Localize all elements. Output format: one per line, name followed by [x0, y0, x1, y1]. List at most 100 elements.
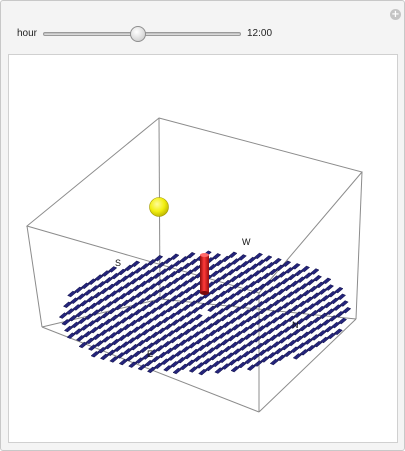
solar-panel	[90, 351, 100, 358]
solar-panel	[174, 308, 185, 315]
solar-panel	[173, 284, 184, 291]
solar-panel	[221, 363, 231, 370]
solar-panel	[256, 259, 266, 266]
solar-panel	[315, 281, 325, 289]
solar-panel	[244, 316, 255, 323]
solar-panel	[206, 347, 216, 354]
solar-panel	[144, 318, 155, 325]
solar-panel	[249, 329, 260, 336]
solar-panel	[305, 320, 315, 328]
solar-panel	[161, 316, 171, 324]
solar-panel	[317, 288, 328, 295]
solar-panel	[96, 281, 107, 288]
solar-panel	[81, 306, 92, 314]
solar-panel	[93, 316, 104, 323]
solar-panel	[183, 352, 193, 360]
solar-panel	[192, 355, 203, 362]
solar-panel	[121, 323, 132, 331]
solar-panel	[67, 290, 77, 298]
solar-panel	[237, 254, 247, 261]
solar-panel	[133, 267, 143, 274]
solar-panel	[270, 317, 280, 324]
solar-panel	[105, 325, 116, 332]
solar-panel	[104, 342, 114, 350]
solar-panel	[307, 327, 318, 334]
solar-panel	[143, 335, 153, 343]
solar-panel	[202, 358, 212, 365]
compass-west-label: W	[242, 237, 251, 247]
solar-panel	[275, 330, 285, 337]
solar-panel	[99, 353, 110, 361]
solar-panel	[228, 317, 238, 324]
solar-panel	[142, 269, 153, 277]
plus-icon[interactable]: +	[390, 9, 401, 20]
solar-panel	[263, 255, 273, 262]
solar-panel	[151, 314, 162, 321]
compass-south-label: S	[115, 258, 121, 268]
solar-panel	[337, 317, 348, 325]
solar-panel	[163, 257, 173, 264]
solar-panel	[290, 346, 300, 353]
solar-panel	[89, 326, 99, 334]
solar-panel	[197, 303, 208, 310]
solar-panel	[189, 324, 199, 331]
solar-panel	[246, 256, 257, 264]
solar-panel	[253, 360, 263, 367]
solar-panel	[322, 277, 332, 284]
solar-panel	[147, 325, 157, 332]
solar-panel	[335, 311, 345, 318]
solar-panel	[284, 267, 294, 274]
control-bar: hour 12:00 +	[1, 1, 404, 53]
solar-panel	[245, 340, 256, 347]
solar-panel	[240, 326, 250, 334]
solar-panel	[180, 346, 191, 353]
solar-panel	[154, 320, 164, 328]
solar-panel	[230, 300, 240, 307]
solar-panel	[211, 253, 222, 260]
solar-panel	[199, 351, 210, 358]
plot-3d[interactable]: S W N E	[9, 55, 397, 442]
solar-panel	[195, 296, 205, 303]
solar-panel	[291, 329, 302, 336]
solar-panel	[116, 352, 126, 359]
solar-panel	[190, 348, 200, 356]
plot-3d-panel[interactable]: S W N E	[8, 54, 398, 443]
hour-slider-thumb[interactable]	[130, 26, 146, 42]
solar-panel	[182, 328, 192, 336]
solar-panel	[292, 287, 302, 294]
solar-panel	[273, 348, 284, 355]
solar-panel	[185, 293, 196, 301]
pole-base	[200, 291, 209, 295]
solar-panel	[195, 362, 205, 369]
solar-panel	[161, 275, 172, 282]
solar-panel	[189, 282, 200, 290]
solar-panel	[304, 296, 314, 303]
solar-panel	[162, 299, 173, 306]
solar-panel	[209, 312, 220, 319]
solar-panel	[129, 278, 139, 285]
solar-panel	[332, 304, 342, 311]
solar-panel	[243, 333, 253, 340]
solar-panel	[311, 292, 321, 299]
solar-panel	[78, 341, 88, 349]
solar-panel	[156, 261, 166, 269]
solar-panel	[249, 263, 259, 270]
solar-panel	[312, 275, 323, 282]
solar-panel	[257, 283, 267, 290]
solar-panel	[324, 326, 334, 333]
box-edge-right-vertical	[355, 171, 363, 320]
solar-panel	[299, 349, 309, 356]
bounding-box-back	[41, 117, 357, 328]
solar-panel	[190, 307, 201, 314]
solar-panel	[166, 330, 176, 337]
solar-panel	[268, 334, 279, 341]
solar-panel	[172, 301, 182, 309]
solar-panel	[236, 337, 246, 344]
solar-panel	[118, 293, 128, 300]
solar-panel	[197, 344, 207, 352]
solar-panel	[310, 334, 320, 341]
solar-panel	[80, 324, 90, 331]
solar-panel	[260, 314, 271, 321]
solar-panel	[243, 291, 254, 299]
solar-panel	[232, 306, 243, 314]
